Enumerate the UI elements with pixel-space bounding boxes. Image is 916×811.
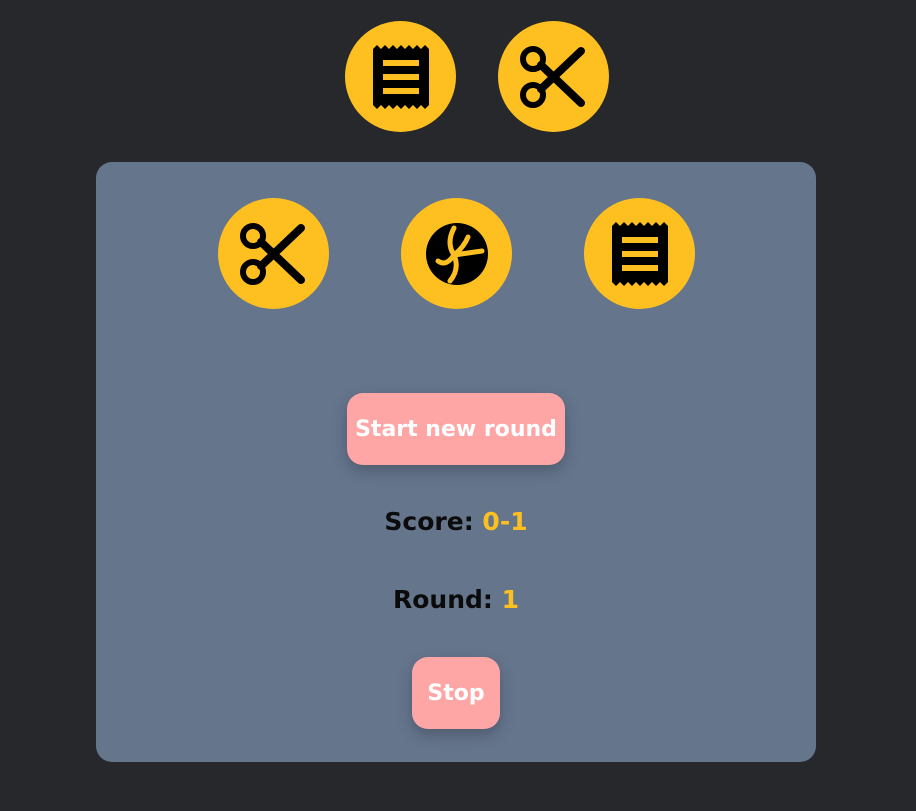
player-choice-paper-icon (345, 21, 456, 132)
start-new-round-button[interactable]: Start new round (347, 393, 565, 465)
paper-icon (611, 221, 668, 286)
round-label: Round: (392, 585, 493, 614)
option-scissors-button[interactable] (218, 198, 329, 309)
paper-icon (372, 44, 429, 109)
stop-button[interactable]: Stop (412, 657, 500, 729)
round-value: 1 (501, 585, 520, 614)
computer-choice-scissors-icon (498, 21, 609, 132)
game-panel: Start new round Score: 0-1 Round: 1 Stop (96, 162, 816, 762)
scissors-icon (239, 222, 305, 285)
scissors-icon (519, 45, 585, 108)
round-line: Round: 1 (96, 585, 816, 614)
score-value: 0-1 (482, 507, 528, 536)
rock-icon (425, 222, 488, 285)
score-line: Score: 0-1 (96, 507, 816, 536)
score-label: Score: (384, 507, 474, 536)
option-rock-button[interactable] (401, 198, 512, 309)
option-paper-button[interactable] (584, 198, 695, 309)
